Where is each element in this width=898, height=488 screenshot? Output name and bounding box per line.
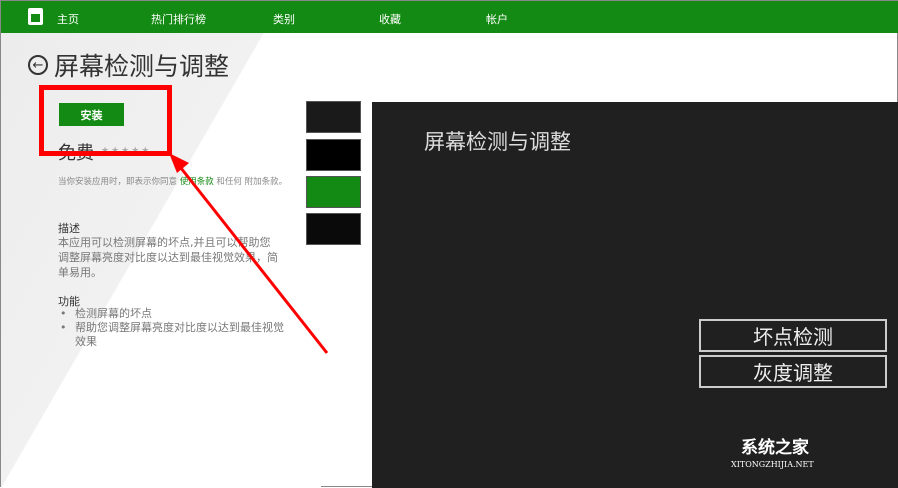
dead-pixel-test-button: 坏点检测 bbox=[699, 319, 887, 352]
preview-title: 屏幕检测与调整 bbox=[424, 130, 571, 154]
screenshot-thumbnail-1[interactable] bbox=[306, 101, 361, 133]
terms-suffix: 和任何 附加条款。 bbox=[213, 177, 288, 187]
screenshot-thumbnail-4[interactable] bbox=[306, 213, 361, 245]
nav-favorites[interactable]: 收藏 bbox=[379, 11, 401, 27]
watermark-name: 系统之家 bbox=[741, 438, 809, 458]
terms-link[interactable]: 使用条款 bbox=[180, 177, 214, 187]
screenshot-thumbnail-2[interactable] bbox=[306, 139, 361, 171]
nav-categories[interactable]: 类别 bbox=[273, 11, 295, 27]
feature-item: 帮助您调整屏幕亮度对比度以达到最佳视觉效果 bbox=[58, 321, 288, 349]
nav-top-charts[interactable]: 热门排行榜 bbox=[151, 11, 206, 27]
feature-item: 检测屏幕的坏点 bbox=[58, 307, 288, 321]
screenshot-thumbnail-3[interactable] bbox=[306, 176, 361, 208]
description-text: 本应用可以检测屏幕的坏点,并且可以帮助您调整屏幕亮度对比度以达到最佳视觉效果，简… bbox=[58, 236, 278, 279]
app-title: 屏幕检测与调整 bbox=[54, 52, 230, 81]
grayscale-adjust-button: 灰度调整 bbox=[699, 355, 887, 388]
watermark: 系统之家 XITONGZHIJIA.NET bbox=[731, 433, 814, 469]
back-arrow-icon[interactable]: ← bbox=[28, 55, 48, 75]
screenshot-preview: 屏幕检测与调整 坏点检测 灰度调整 bbox=[372, 102, 898, 488]
top-nav: 主页 热门排行榜 类别 收藏 帐户 bbox=[1, 1, 898, 33]
watermark-url: XITONGZHIJIA.NET bbox=[731, 460, 814, 469]
store-logo-icon[interactable] bbox=[28, 8, 43, 25]
features-list: 检测屏幕的坏点 帮助您调整屏幕亮度对比度以达到最佳视觉效果 bbox=[58, 307, 288, 349]
nav-account[interactable]: 帐户 bbox=[486, 11, 508, 27]
description-heading: 描述 bbox=[58, 222, 80, 235]
page-title: ← 屏幕检测与调整 bbox=[28, 47, 229, 83]
terms-prefix: 当你安装应用时，即表示你同意 bbox=[58, 177, 180, 187]
nav-home[interactable]: 主页 bbox=[57, 11, 79, 27]
terms-text: 当你安装应用时，即表示你同意 使用条款 和任何 附加条款。 bbox=[58, 174, 288, 190]
annotation-highlight-box bbox=[39, 85, 172, 156]
